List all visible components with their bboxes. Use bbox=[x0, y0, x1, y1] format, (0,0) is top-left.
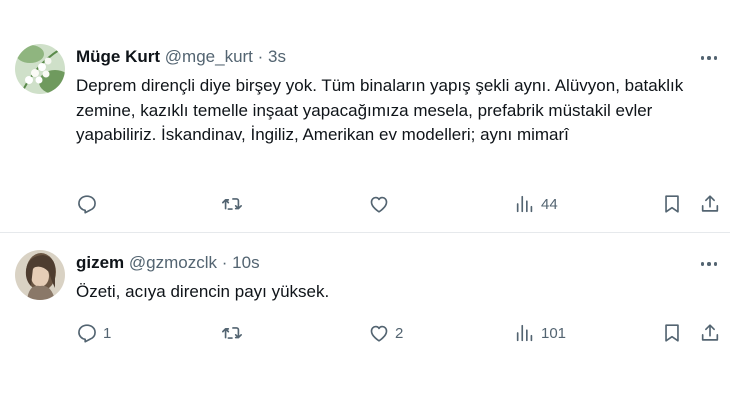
more-dot-icon bbox=[707, 56, 711, 60]
user-handle[interactable]: @mge_kurt bbox=[165, 47, 253, 66]
reply-count: 1 bbox=[103, 324, 112, 342]
avatar[interactable] bbox=[15, 44, 65, 94]
reply-button[interactable] bbox=[76, 190, 103, 218]
views-button[interactable]: 44 bbox=[514, 190, 558, 218]
lily-of-the-valley-photo bbox=[15, 44, 65, 94]
retweet-icon bbox=[222, 327, 242, 339]
tweet-text: Deprem dirençli diye birşey yok. Tüm bin… bbox=[76, 76, 684, 144]
woman-portrait-photo bbox=[15, 250, 65, 300]
share-icon bbox=[701, 324, 719, 341]
more-dot-icon bbox=[707, 262, 711, 266]
retweet-button[interactable] bbox=[221, 190, 248, 218]
timestamp[interactable]: 10s bbox=[232, 253, 259, 272]
share-button[interactable] bbox=[699, 190, 721, 218]
reply-icon bbox=[78, 324, 96, 343]
heart-icon bbox=[370, 196, 388, 213]
tweet-actions: 44 bbox=[0, 190, 730, 218]
more-options-button[interactable] bbox=[698, 48, 720, 68]
views-button[interactable]: 101 bbox=[514, 319, 566, 347]
tweet-header: Müge Kurt @mge_kurt · 3s bbox=[76, 47, 286, 67]
views-count: 101 bbox=[541, 324, 567, 342]
separator-dot: · bbox=[257, 47, 264, 66]
reply-button[interactable]: 1 bbox=[76, 319, 111, 347]
timestamp[interactable]: 3s bbox=[268, 47, 286, 66]
views-chart-icon bbox=[516, 195, 533, 213]
display-name[interactable]: Müge Kurt bbox=[76, 47, 160, 66]
like-button[interactable] bbox=[368, 190, 395, 218]
heart-icon bbox=[370, 325, 388, 342]
bookmark-icon bbox=[665, 324, 679, 342]
more-options-button[interactable] bbox=[698, 254, 720, 274]
like-count: 2 bbox=[395, 324, 404, 342]
more-dot-icon bbox=[700, 262, 705, 266]
tweet[interactable]: gizem @gzmozclk · 10s Özeti, acıya diren… bbox=[0, 233, 730, 363]
display-name[interactable]: gizem bbox=[76, 253, 124, 272]
views-chart-icon bbox=[516, 324, 533, 342]
avatar[interactable] bbox=[15, 250, 65, 300]
share-icon bbox=[701, 195, 719, 212]
more-dot-icon bbox=[713, 56, 718, 60]
retweet-icon bbox=[222, 198, 242, 210]
tweet[interactable]: Müge Kurt @mge_kurt · 3s Deprem dirençli… bbox=[0, 0, 730, 232]
more-dot-icon bbox=[713, 262, 718, 266]
share-button[interactable] bbox=[699, 319, 721, 347]
retweet-button[interactable] bbox=[221, 319, 248, 347]
tweet-text: Özeti, acıya direncin payı yüksek. bbox=[76, 282, 330, 301]
reply-icon bbox=[78, 195, 96, 214]
bookmark-icon bbox=[665, 195, 679, 213]
tweet-header: gizem @gzmozclk · 10s bbox=[76, 253, 260, 273]
separator-dot: · bbox=[221, 253, 228, 272]
tweet-actions: 1 2 101 bbox=[0, 319, 730, 347]
bookmark-button[interactable] bbox=[661, 319, 683, 347]
views-count: 44 bbox=[541, 195, 558, 213]
bookmark-button[interactable] bbox=[661, 190, 683, 218]
more-dot-icon bbox=[700, 56, 705, 60]
user-handle[interactable]: @gzmozclk bbox=[129, 253, 217, 272]
like-button[interactable]: 2 bbox=[368, 319, 403, 347]
